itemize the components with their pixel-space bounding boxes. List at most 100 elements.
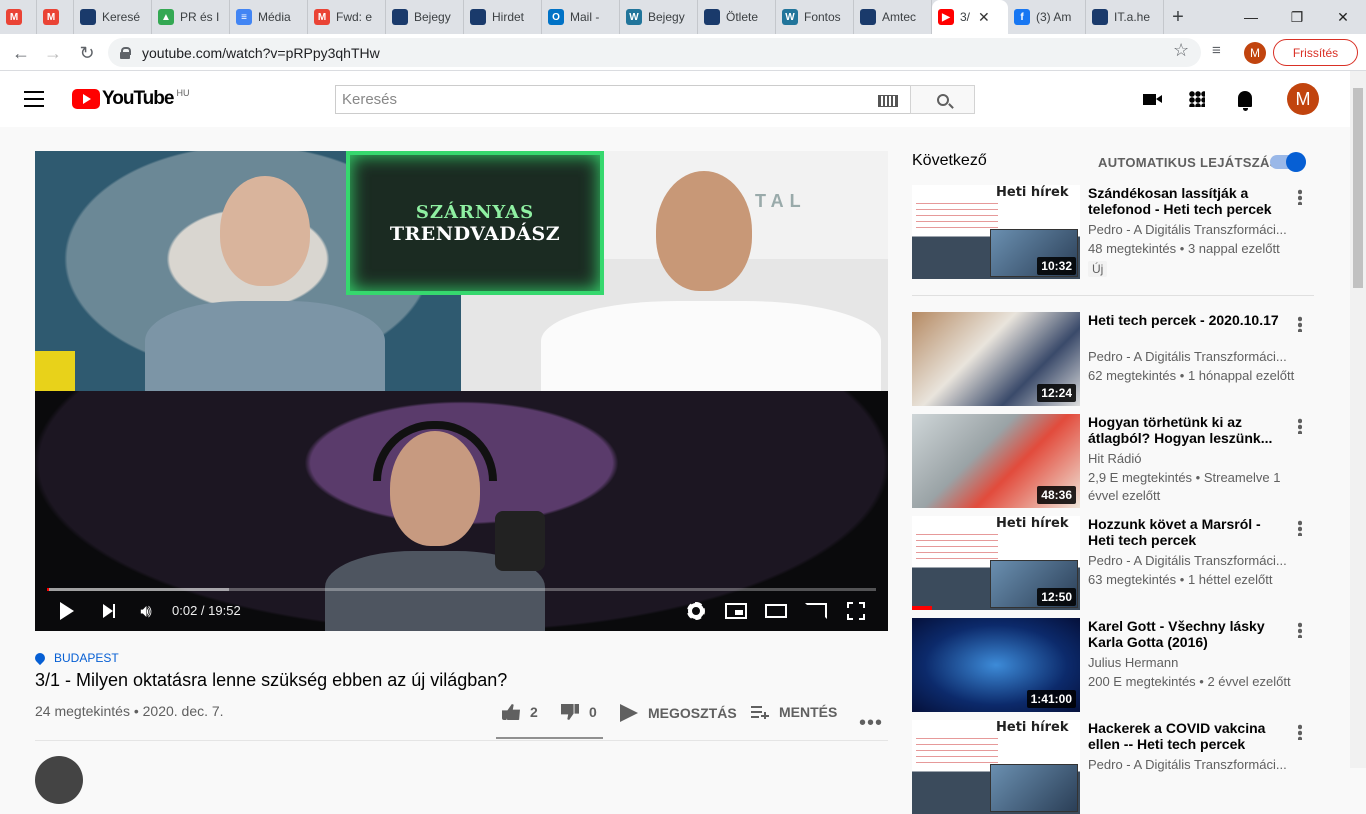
browser-tab[interactable]: Ötlete	[698, 0, 776, 34]
browser-tab[interactable]: Bejegy	[386, 0, 464, 34]
more-options-icon[interactable]	[1298, 520, 1302, 536]
youtube-play-logo-icon	[72, 89, 100, 109]
recommendation-title: Hozzunk követ a Marsról - Heti tech perc…	[1088, 516, 1261, 548]
save-button[interactable]: MENTÉS	[751, 704, 837, 720]
url-text: youtube.com/watch?v=pRPpy3qhTHw	[142, 44, 380, 61]
notifications-bell-icon[interactable]	[1234, 89, 1256, 111]
channel-name[interactable]: Pedro - A Digitális Transzformáci...	[1088, 349, 1288, 364]
more-options-icon[interactable]	[1298, 189, 1302, 205]
keyboard-icon[interactable]	[878, 95, 898, 107]
minimize-icon[interactable]: —	[1228, 0, 1274, 34]
update-button[interactable]: Frissítés	[1273, 39, 1358, 66]
browser-tab[interactable]: O Mail -	[542, 0, 620, 34]
browser-tab[interactable]: W Fontos	[776, 0, 854, 34]
duration-badge: 10:32	[1037, 257, 1076, 275]
channel-name[interactable]: Pedro - A Digitális Transzformáci...	[1088, 553, 1288, 568]
autoplay-toggle[interactable]	[1270, 152, 1306, 172]
thumbnail-heading: Heti hírek	[996, 185, 1069, 200]
more-actions-icon[interactable]: •••	[859, 712, 883, 735]
create-video-icon[interactable]	[1138, 89, 1162, 109]
more-options-icon[interactable]	[1298, 316, 1302, 332]
duration-badge: 12:50	[1037, 588, 1076, 606]
video-thumbnail[interactable]: 1:41:00	[912, 618, 1080, 712]
page-icon	[1092, 9, 1108, 25]
video-thumbnail[interactable]: Heti hírek	[912, 720, 1080, 814]
recommended-video[interactable]: 1:41:00 Karel Gott - Všechny lásky Karla …	[912, 618, 1314, 712]
scrollbar-thumb[interactable]	[1353, 88, 1363, 288]
profile-avatar[interactable]: M	[1244, 42, 1266, 64]
more-options-icon[interactable]	[1298, 622, 1302, 638]
fullscreen-icon[interactable]	[844, 599, 868, 623]
location-link[interactable]: BUDAPEST	[32, 650, 119, 666]
menu-icon[interactable]	[24, 91, 44, 107]
apps-grid-icon[interactable]	[1186, 89, 1208, 109]
background-sign: TAL	[755, 191, 807, 211]
browser-tab[interactable]: W Bejegy	[620, 0, 698, 34]
search-button[interactable]	[910, 85, 975, 114]
next-button[interactable]	[96, 599, 120, 623]
page-icon	[392, 9, 408, 25]
settings-gear-icon[interactable]	[684, 599, 708, 623]
miniplayer-icon[interactable]	[724, 599, 748, 623]
duration-badge: 1:41:00	[1026, 690, 1076, 708]
close-tab-icon[interactable]: ✕	[978, 9, 990, 26]
browser-tab[interactable]: ▶ 3/ ✕	[932, 0, 1008, 34]
progress-bar[interactable]	[47, 588, 876, 591]
theater-mode-icon[interactable]	[764, 599, 788, 623]
share-button[interactable]: MEGOSZTÁS	[620, 704, 737, 722]
video-player[interactable]: SZÁRNYAS TRENDVADÁSZ TAL 🔊︎ 0:02 / 19:52	[35, 151, 888, 631]
browser-tab[interactable]: Keresé	[74, 0, 152, 34]
view-stats: 62 megtekintés • 1 hónappal ezelőtt	[1088, 368, 1295, 383]
browser-tab[interactable]: Hirdet	[464, 0, 542, 34]
channel-name[interactable]: Julius Hermann	[1088, 655, 1288, 670]
browser-tab[interactable]: M	[0, 0, 37, 34]
thumbnail-inset-image	[990, 764, 1078, 812]
browser-tab[interactable]: M Fwd: e	[308, 0, 386, 34]
more-options-icon[interactable]	[1298, 724, 1302, 740]
recommended-video[interactable]: Heti hírek 12:50 Hozzunk követ a Marsról -…	[912, 516, 1314, 610]
media-queue-icon[interactable]: ≡	[1212, 42, 1221, 59]
recommendation-title: Heti tech percek - 2020.10.17	[1088, 312, 1279, 328]
browser-tab[interactable]: IT.a.he	[1086, 0, 1164, 34]
browser-tab[interactable]: ≡ Média	[230, 0, 308, 34]
close-window-icon[interactable]: ✕	[1320, 0, 1366, 34]
browser-tab[interactable]: M	[37, 0, 74, 34]
recommended-video[interactable]: Heti hírek Hackerek a COVID vakcina ellen…	[912, 720, 1314, 814]
thumbnail-text-lines	[916, 203, 998, 233]
reload-icon[interactable]: ↻	[74, 40, 100, 66]
cast-icon[interactable]	[804, 599, 828, 623]
back-icon[interactable]: ←	[8, 40, 34, 66]
browser-tab[interactable]: Amtec	[854, 0, 932, 34]
bookmark-star-icon[interactable]: ☆	[1173, 40, 1189, 61]
recommended-video[interactable]: 12:24 Heti tech percek - 2020.10.17 Pedro …	[912, 312, 1314, 406]
new-tab-icon[interactable]: +	[1164, 0, 1192, 34]
channel-name[interactable]: Pedro - A Digitális Transzformáci...	[1088, 757, 1288, 772]
video-thumbnail[interactable]: Heti hírek 10:32	[912, 185, 1080, 279]
location-text: BUDAPEST	[54, 651, 119, 665]
browser-tab[interactable]: ▲ PR és I	[152, 0, 230, 34]
browser-tab[interactable]: f (3) Am	[1008, 0, 1086, 34]
account-avatar[interactable]: M	[1287, 83, 1319, 115]
video-thumbnail[interactable]: 48:36	[912, 414, 1080, 508]
video-thumbnail[interactable]: Heti hírek 12:50	[912, 516, 1080, 610]
more-options-icon[interactable]	[1298, 418, 1302, 434]
maximize-icon[interactable]: ❐	[1274, 0, 1320, 34]
page-icon	[860, 9, 876, 25]
search-input[interactable]: Keresés	[335, 85, 911, 114]
recommended-video[interactable]: 48:36 Hogyan törhetünk ki az átlagból? Ho…	[912, 414, 1314, 508]
dislike-button[interactable]: 0	[561, 704, 597, 720]
channel-name[interactable]: Pedro - A Digitális Transzformáci...	[1088, 222, 1288, 237]
channel-avatar[interactable]	[35, 756, 83, 804]
address-bar[interactable]: youtube.com/watch?v=pRPpy3qhTHw	[108, 38, 1201, 67]
channel-name[interactable]: Hit Rádió	[1088, 451, 1288, 466]
recommended-video[interactable]: Heti hírek 10:32 Szándékosan lassítják a t…	[912, 185, 1314, 279]
like-button[interactable]: 2	[502, 704, 538, 720]
video-thumbnail[interactable]: 12:24	[912, 312, 1080, 406]
gmail-icon: M	[43, 9, 59, 25]
logo-text: YouTube	[102, 88, 174, 109]
play-icon	[60, 602, 74, 620]
play-button[interactable]	[55, 599, 79, 623]
volume-icon[interactable]: 🔊︎	[134, 599, 158, 623]
forward-icon[interactable]: →	[40, 40, 66, 66]
youtube-logo[interactable]: YouTube HU	[72, 88, 189, 110]
